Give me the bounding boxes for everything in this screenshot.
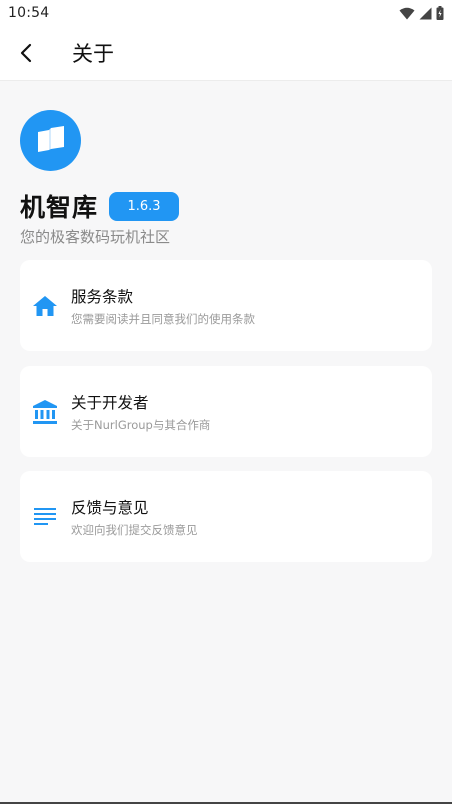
arrow-back-icon xyxy=(20,43,32,63)
app-name: 机智库 xyxy=(20,193,99,222)
menu-item-title: 反馈与意见 xyxy=(71,498,149,517)
app-slogan: 您的极客数码玩机社区 xyxy=(20,228,171,246)
back-button[interactable] xyxy=(2,29,50,77)
menu-item-subtitle: 关于NurlGroup与其合作商 xyxy=(71,417,211,432)
app-logo xyxy=(20,110,81,171)
menu-item-feedback[interactable]: 反馈与意见 欢迎向我们提交反馈意见 xyxy=(20,471,432,562)
menu-item-title: 关于开发者 xyxy=(71,393,149,412)
status-icons xyxy=(399,6,444,20)
home-icon xyxy=(32,293,58,319)
menu-item-subtitle: 您需要阅读并且同意我们的使用条款 xyxy=(71,311,255,326)
menu-item-developer[interactable]: 关于开发者 关于NurlGroup与其合作商 xyxy=(20,366,432,457)
wifi-icon xyxy=(399,7,415,19)
about-screen: 10:54 关于 机智库 1.6.3 您的极客数码玩机社区 服务条款 您需要阅读… xyxy=(0,0,452,804)
page-title: 关于 xyxy=(72,42,114,66)
status-bar: 10:54 xyxy=(0,0,452,26)
menu-item-terms[interactable]: 服务条款 您需要阅读并且同意我们的使用条款 xyxy=(20,260,432,351)
book-logo-icon xyxy=(37,125,64,152)
battery-icon xyxy=(436,6,444,20)
cell-signal-icon xyxy=(419,7,432,19)
menu-item-title: 服务条款 xyxy=(71,287,134,306)
status-time: 10:54 xyxy=(8,5,50,21)
app-name-row: 机智库 1.6.3 xyxy=(20,188,180,224)
version-badge: 1.6.3 xyxy=(109,191,180,221)
menu-item-subtitle: 欢迎向我们提交反馈意见 xyxy=(71,522,198,537)
notes-icon xyxy=(32,504,58,530)
app-bar: 关于 xyxy=(0,26,452,81)
bank-icon xyxy=(32,399,58,425)
